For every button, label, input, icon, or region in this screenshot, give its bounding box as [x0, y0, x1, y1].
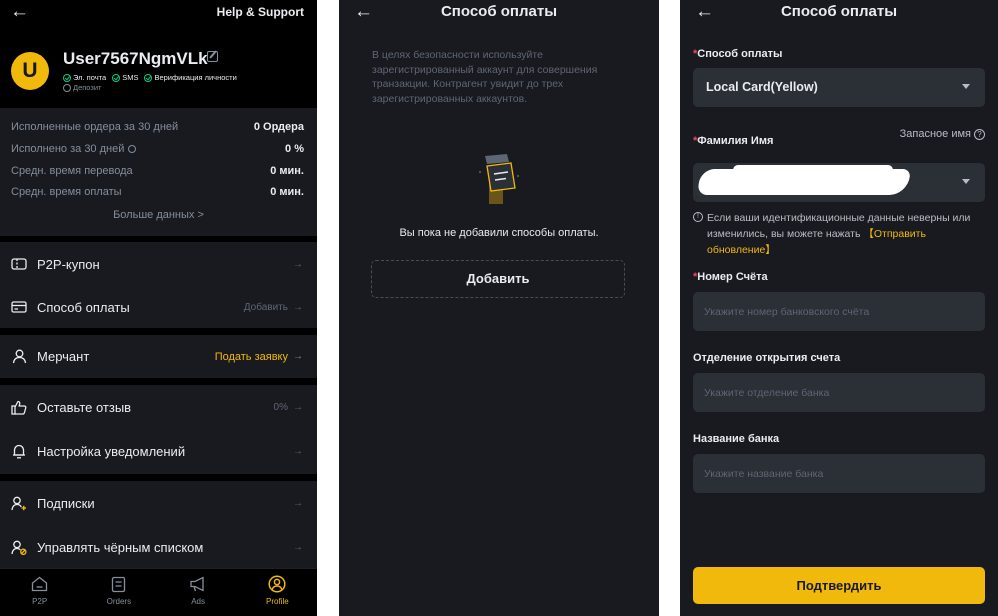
stat-row: Средн. время оплаты 0 мин. — [11, 186, 304, 198]
thumbs-up-icon — [11, 399, 27, 415]
user-block-icon — [11, 539, 27, 555]
avatar[interactable]: U — [11, 52, 49, 90]
redaction-scribble — [733, 165, 893, 175]
bank-name-label: Название банка — [693, 433, 780, 445]
top-bar: ← Help & Support — [0, 0, 317, 26]
verification-badges: Эл. почта SMS Верификация личности — [63, 73, 237, 82]
info-circle-icon: ! — [693, 212, 703, 222]
menu-item-p2p-coupon[interactable]: P2P-купон → — [0, 242, 317, 286]
top-bar: ← Способ оплаты — [339, 0, 659, 26]
payment-methods-empty-screen: ← Способ оплаты В целях безопасности исп… — [339, 0, 659, 616]
security-notice: В целях безопасности используйте зарегис… — [372, 49, 598, 105]
pending-circle-icon — [63, 83, 71, 92]
edit-icon[interactable] — [207, 51, 218, 62]
coupon-icon — [11, 256, 27, 272]
question-circle-icon[interactable]: ? — [974, 128, 985, 140]
tab-ads[interactable]: Ads — [159, 569, 238, 616]
page-title: Способ оплаты — [440, 3, 558, 20]
home-icon — [31, 575, 49, 593]
username: User7567NgmVLk — [63, 49, 208, 68]
arrow-right-icon: → — [293, 541, 303, 553]
menu-item-notifications[interactable]: Настройка уведомлений → — [0, 429, 317, 474]
arrow-right-icon: → — [293, 401, 303, 413]
verification-sms: SMS — [112, 73, 138, 82]
check-circle-icon — [112, 73, 121, 82]
stat-row: Средн. время перевода 0 мин. — [11, 165, 304, 177]
caret-down-icon — [962, 84, 970, 89]
orders-icon — [110, 575, 128, 593]
account-number-label: *Номер Счёта — [693, 271, 768, 283]
alternate-name-link[interactable]: Запасное имя ? — [900, 128, 985, 140]
profile-icon — [268, 575, 286, 593]
bank-name-input[interactable] — [693, 454, 985, 493]
arrow-right-icon: → — [293, 258, 303, 270]
identity-update-hint: ! Если ваши идентификационные данные нев… — [693, 210, 985, 258]
megaphone-icon — [189, 575, 207, 593]
add-payment-method-form-screen: ← Способ оплаты *Способ оплаты Local Car… — [680, 0, 998, 616]
card-icon — [11, 299, 27, 315]
user-plus-icon — [11, 496, 27, 512]
payment-method-select[interactable]: Local Card(Yellow) — [693, 68, 985, 107]
verification-email: Эл. почта — [63, 73, 106, 82]
page-title: Способ оплаты — [780, 3, 898, 20]
stats-card: Исполненные ордера за 30 дней 0 Ордера И… — [0, 108, 317, 236]
tab-profile[interactable]: Profile — [238, 569, 317, 616]
bell-icon — [11, 444, 27, 460]
check-circle-icon — [144, 73, 153, 82]
check-circle-icon — [63, 73, 71, 82]
caret-down-icon — [962, 179, 970, 184]
empty-state-illustration — [477, 152, 521, 206]
add-payment-method-button[interactable]: Добавить — [371, 260, 625, 298]
arrow-right-icon: → — [293, 446, 303, 457]
merchant-icon — [11, 349, 27, 365]
confirm-button[interactable]: Подтвердить — [693, 567, 985, 604]
tab-p2p[interactable]: P2P — [0, 569, 79, 616]
full-name-select[interactable] — [693, 163, 985, 202]
stat-row: Исполненные ордера за 30 дней 0 Ордера — [11, 121, 304, 133]
help-support-link[interactable]: Help & Support — [217, 5, 304, 19]
stat-row: Исполнено за 30 дней 0 % — [11, 143, 304, 155]
branch-label: Отделение открытия счета — [693, 352, 841, 364]
tab-orders[interactable]: Orders — [79, 569, 158, 616]
bottom-tab-bar: P2P Orders Ads Profile — [0, 568, 317, 616]
menu-item-subscriptions[interactable]: Подписки → — [0, 481, 317, 526]
verification-identity: Верификация личности — [144, 73, 237, 82]
account-number-input[interactable] — [693, 292, 985, 331]
empty-state-text: Вы пока не добавили способы оплаты. — [399, 227, 599, 239]
menu-item-payment-method[interactable]: Способ оплаты Добавить → — [0, 286, 317, 328]
branch-input[interactable] — [693, 373, 985, 412]
info-icon[interactable] — [128, 145, 137, 153]
full-name-label: *Фамилия Имя — [693, 135, 774, 147]
profile-screen: ← Help & Support U User7567NgmVLk Эл. по… — [0, 0, 317, 616]
arrow-right-icon: → — [293, 498, 303, 509]
arrow-right-icon: → — [293, 301, 303, 313]
menu-item-feedback[interactable]: Оставьте отзыв 0% → — [0, 385, 317, 429]
arrow-right-icon: → — [293, 351, 303, 362]
top-bar: ← Способ оплаты — [680, 0, 998, 26]
menu-item-blacklist[interactable]: Управлять чёрным списком → — [0, 526, 317, 568]
menu-item-merchant[interactable]: Мерчант Подать заявку → — [0, 335, 317, 378]
more-data-link[interactable]: Больше данных > — [0, 209, 317, 221]
payment-method-label: *Способ оплаты — [693, 48, 783, 60]
back-arrow-icon[interactable]: ← — [10, 2, 29, 21]
deposit-status: Депозит — [63, 83, 101, 92]
